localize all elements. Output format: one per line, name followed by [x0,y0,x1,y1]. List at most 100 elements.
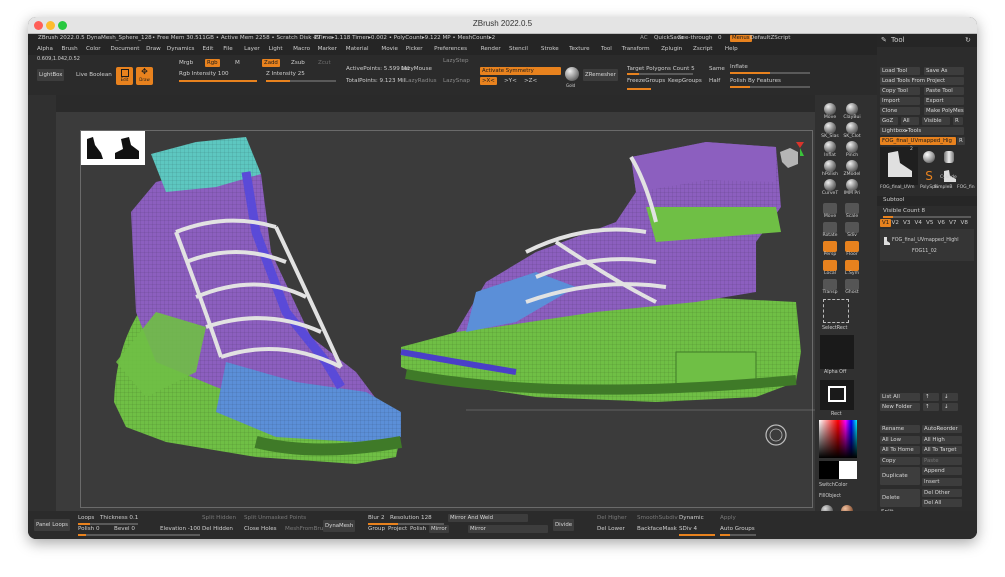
polish-button[interactable]: Polish [410,526,426,533]
move-up-button[interactable]: ↑ [923,403,939,411]
zadd-button[interactable]: Zadd [262,59,280,67]
zsub-button[interactable]: Zsub [291,60,305,67]
panel-loops-button[interactable]: Panel Loops [34,519,70,531]
menu-transform[interactable]: Transform [622,46,650,53]
arrow-down-button[interactable]: ↓ [942,393,958,401]
new-folder-button[interactable]: New Folder [880,403,920,411]
brush-zmodel-button[interactable]: ZModel [841,160,863,177]
shelf-ghost-button[interactable]: Ghost [841,279,863,296]
project-button[interactable]: Project [388,526,407,533]
menu-document[interactable]: Document [111,46,140,53]
menu-tool[interactable]: Tool [601,46,612,53]
left-shoe[interactable] [114,137,403,464]
activate-symmetry-button[interactable]: Activate Symmetry [480,67,561,75]
tool-import-button[interactable]: Import [880,97,920,105]
zremesher-button[interactable]: ZRemesher [583,69,618,81]
del-higher-button[interactable]: Del Higher [597,515,627,522]
del-lower-button[interactable]: Del Lower [597,526,625,533]
mirror-button-left[interactable]: Mirror [429,525,449,533]
orientation-gizmo-icon[interactable] [776,142,804,172]
arrow-up-button[interactable]: ↑ [923,393,939,401]
subtool-delete-button[interactable]: Delete [880,488,920,507]
freeze-groups-button[interactable]: FreezeGroups [627,78,665,85]
polish-slider[interactable]: Polish 0 [78,526,100,533]
menu-stroke[interactable]: Stroke [541,46,559,53]
lazystep-slider[interactable]: LazyStep [443,58,469,65]
polish-by-features-slider[interactable]: Polish By Features [730,78,781,85]
menu-file[interactable]: File [223,46,232,53]
split-hidden-button[interactable]: Split Hidden [202,515,236,522]
menu-picker[interactable]: Picker [406,46,423,53]
subtool-version-v2[interactable]: V2 [892,220,899,227]
shelf-scale-button[interactable]: Scale [841,203,863,220]
brush-sk_slas-button[interactable]: SK_Slas [819,122,841,139]
menu-brush[interactable]: Brush [62,46,78,53]
brush-sk_clot-button[interactable]: SK_Clot [841,122,863,139]
menu-preferences[interactable]: Preferences [434,46,467,53]
rgb-intensity-track[interactable] [179,80,257,82]
shelf-sdiv-button[interactable]: Sdiv [841,222,863,239]
tool-visible-button[interactable]: Visible [922,117,950,125]
tool-all-button[interactable]: All [901,117,919,125]
lightbox-button[interactable]: LightBox [37,69,65,81]
subtool-rename-button[interactable]: Rename [880,425,920,433]
default-zscript[interactable]: DefaultZScript [750,35,791,42]
panel-refresh-icon[interactable]: ↻ [965,37,971,44]
apply-button[interactable]: Apply [720,515,736,522]
edit-button[interactable]: Edit [116,67,133,85]
menu-color[interactable]: Color [86,46,101,53]
menu-layer[interactable]: Layer [244,46,260,53]
menu-stencil[interactable]: Stencil [509,46,528,53]
m-button[interactable]: M [235,60,240,67]
subtool-item-0[interactable]: FOG_final_UVmapped_Highl [892,238,959,244]
subtool-version-v5[interactable]: V5 [926,220,933,227]
visible-count-track[interactable] [883,216,971,218]
subtool-duplicate-button[interactable]: Duplicate [880,467,920,486]
menus-toggle[interactable]: Menus [730,35,752,42]
subtool-version-v7[interactable]: V7 [949,220,956,227]
switch-color-button[interactable]: SwitchColor [819,483,847,489]
lazymouse-button[interactable]: LazyMouse [401,66,432,73]
shelf-local-button[interactable]: Local [819,260,841,277]
sdiv-slider[interactable]: SDiv 4 [679,526,697,533]
brush-hpolish-button[interactable]: hPolish [819,160,841,177]
texture-rect-icon[interactable] [820,380,854,410]
mirror-button[interactable]: Mirror [468,525,548,533]
zcut-button[interactable]: Zcut [318,60,331,67]
brush-claybui-button[interactable]: ClayBui [841,103,863,120]
symmetry-z-button[interactable]: >Z< [524,78,537,85]
tool-make-polymesh3d-button[interactable]: Make PolyMesh3D [924,107,964,115]
shelf-lsym-button[interactable]: L.Sym [841,260,863,277]
brush-imm-pri-button[interactable]: IMM Pri [841,179,863,196]
brush-move-button[interactable]: Move [819,103,841,120]
tool-load-tool-button[interactable]: Load Tool [880,67,920,75]
list-all-button[interactable]: List All [880,393,920,401]
live-boolean-button[interactable]: Live Boolean [76,72,112,79]
bevel-slider[interactable]: Bevel 0 [114,526,135,533]
menu-marker[interactable]: Marker [318,46,337,53]
tool-clone-button[interactable]: Clone [880,107,920,115]
shelf-move-button[interactable]: Move [819,203,841,220]
menu-dynamics[interactable]: Dynamics [167,46,195,53]
tool-save-as-button[interactable]: Save As [924,67,964,75]
keep-groups-button[interactable]: KeepGroups [668,78,702,85]
tool-thumb-polysphere[interactable] [920,149,938,167]
target-polygons-slider[interactable]: Target Polygons Count 5 [627,66,695,73]
subtool-append-button[interactable]: Append [922,467,962,476]
del-hidden-button[interactable]: Del Hidden [202,526,233,533]
menu-alpha[interactable]: Alpha [37,46,53,53]
inflate-track[interactable] [730,72,810,74]
elevation-slider[interactable]: Elevation -100 [160,526,200,533]
shelf-transp-button[interactable]: Transp [819,279,841,296]
tool-export-button[interactable]: Export [924,97,964,105]
divide-button[interactable]: Divide [553,519,575,531]
menu-draw[interactable]: Draw [146,46,161,53]
subtool-insert-button[interactable]: Insert [922,478,962,486]
move-down-button[interactable]: ↓ [942,403,958,411]
tool-load-tools-from-project-button[interactable]: Load Tools From Project [880,77,964,85]
rgb-button[interactable]: Rgb [205,59,220,67]
smooth-subdiv-button[interactable]: SmoothSubdiv [637,515,678,522]
auto-groups-button[interactable]: Auto Groups [720,526,755,533]
shelf-floor-button[interactable]: Floor [841,241,863,258]
menu-zplugin[interactable]: Zplugin [661,46,682,53]
